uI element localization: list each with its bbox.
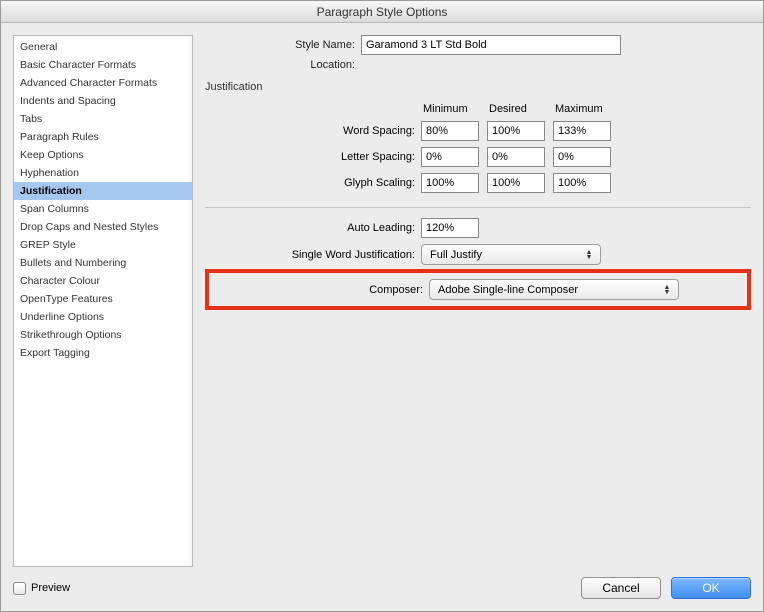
ok-button[interactable]: OK <box>671 577 751 599</box>
sidebar-item[interactable]: OpenType Features <box>14 290 192 308</box>
composer-value: Adobe Single-line Composer <box>438 284 578 296</box>
footer: Preview Cancel OK <box>13 567 751 599</box>
glyph-scaling-max[interactable] <box>553 173 611 193</box>
sidebar-item[interactable]: Drop Caps and Nested Styles <box>14 218 192 236</box>
category-sidebar[interactable]: GeneralBasic Character FormatsAdvanced C… <box>13 35 193 567</box>
col-min: Minimum <box>421 103 481 115</box>
sidebar-item[interactable]: Keep Options <box>14 146 192 164</box>
sidebar-item[interactable]: Tabs <box>14 110 192 128</box>
sidebar-item[interactable]: Character Colour <box>14 272 192 290</box>
glyph-scaling-label: Glyph Scaling: <box>205 177 415 189</box>
window-title: Paragraph Style Options <box>317 5 448 19</box>
sidebar-item[interactable]: General <box>14 38 192 56</box>
letter-spacing-max[interactable] <box>553 147 611 167</box>
sidebar-item[interactable]: Justification <box>14 182 192 200</box>
separator <box>205 207 751 208</box>
word-spacing-max[interactable] <box>553 121 611 141</box>
preview-label: Preview <box>31 582 70 594</box>
word-spacing-des[interactable] <box>487 121 545 141</box>
glyph-scaling-des[interactable] <box>487 173 545 193</box>
preview-checkbox[interactable] <box>13 582 26 595</box>
updown-icon: ▲▼ <box>660 285 674 295</box>
updown-icon: ▲▼ <box>582 250 596 260</box>
upper-area: GeneralBasic Character FormatsAdvanced C… <box>13 35 751 567</box>
sidebar-item[interactable]: GREP Style <box>14 236 192 254</box>
composer-highlight: Composer: Adobe Single-line Composer ▲▼ <box>205 269 751 310</box>
letter-spacing-des[interactable] <box>487 147 545 167</box>
main-panel: Style Name: Location: Justification Mini… <box>205 35 751 567</box>
sidebar-item[interactable]: Paragraph Rules <box>14 128 192 146</box>
single-word-select[interactable]: Full Justify ▲▼ <box>421 244 601 265</box>
letter-spacing-label: Letter Spacing: <box>205 151 415 163</box>
word-spacing-min[interactable] <box>421 121 479 141</box>
composer-label: Composer: <box>213 284 423 296</box>
preview-checkbox-wrap[interactable]: Preview <box>13 582 70 595</box>
sidebar-item[interactable]: Span Columns <box>14 200 192 218</box>
titlebar: Paragraph Style Options <box>1 1 763 23</box>
dialog-body: GeneralBasic Character FormatsAdvanced C… <box>1 23 763 611</box>
letter-spacing-min[interactable] <box>421 147 479 167</box>
sidebar-item[interactable]: Export Tagging <box>14 344 192 362</box>
composer-select[interactable]: Adobe Single-line Composer ▲▼ <box>429 279 679 300</box>
section-heading: Justification <box>205 81 751 93</box>
sidebar-item[interactable]: Hyphenation <box>14 164 192 182</box>
location-label: Location: <box>205 59 355 71</box>
dialog-window: Paragraph Style Options GeneralBasic Cha… <box>0 0 764 612</box>
auto-leading-input[interactable] <box>421 218 479 238</box>
word-spacing-label: Word Spacing: <box>205 125 415 137</box>
glyph-scaling-min[interactable] <box>421 173 479 193</box>
style-name-input[interactable] <box>361 35 621 55</box>
sidebar-item[interactable]: Indents and Spacing <box>14 92 192 110</box>
style-name-label: Style Name: <box>205 39 355 51</box>
col-des: Desired <box>487 103 547 115</box>
col-max: Maximum <box>553 103 613 115</box>
spacing-grid: Minimum Desired Maximum Word Spacing: Le… <box>205 103 751 193</box>
sidebar-item[interactable]: Bullets and Numbering <box>14 254 192 272</box>
sidebar-item[interactable]: Advanced Character Formats <box>14 74 192 92</box>
sidebar-item[interactable]: Basic Character Formats <box>14 56 192 74</box>
auto-leading-label: Auto Leading: <box>205 222 415 234</box>
single-word-label: Single Word Justification: <box>205 249 415 261</box>
sidebar-item[interactable]: Strikethrough Options <box>14 326 192 344</box>
cancel-button[interactable]: Cancel <box>581 577 661 599</box>
header-rows: Style Name: Location: <box>205 35 751 71</box>
single-word-value: Full Justify <box>430 249 482 261</box>
button-group: Cancel OK <box>581 577 751 599</box>
sidebar-item[interactable]: Underline Options <box>14 308 192 326</box>
